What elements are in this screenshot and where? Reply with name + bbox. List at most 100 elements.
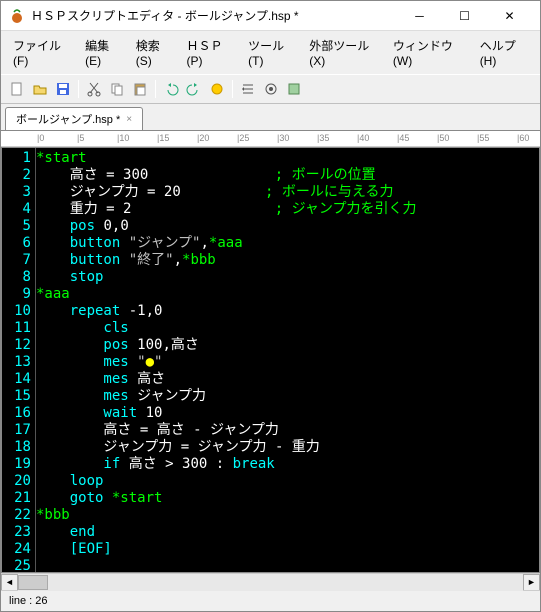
code-line[interactable]: mes 高さ [36, 371, 539, 388]
tool2-icon[interactable] [261, 79, 281, 99]
line-number: 19 [6, 456, 31, 472]
tool3-icon[interactable] [284, 79, 304, 99]
code-line[interactable]: mes ジャンプ力 [36, 388, 539, 405]
ruler-mark: |45 [397, 133, 409, 143]
code-line[interactable]: button "ジャンプ",*aaa [36, 235, 539, 252]
line-number: 1 [6, 150, 31, 166]
open-file-icon[interactable] [30, 79, 50, 99]
token: cls [36, 320, 129, 336]
run-icon[interactable] [207, 79, 227, 99]
code-line[interactable]: *start [36, 150, 539, 167]
token: "終了" [129, 252, 174, 268]
scroll-right-button[interactable]: ► [523, 574, 540, 591]
toolbar-separator [78, 80, 79, 98]
menu-tools[interactable]: ツール(T) [242, 35, 301, 70]
menu-search[interactable]: 検索(S) [130, 35, 179, 70]
token: 高さ [137, 371, 165, 387]
code-line[interactable]: goto *start [36, 490, 539, 507]
scroll-thumb[interactable] [18, 575, 48, 590]
code-line[interactable]: 高さ = 高さ - ジャンプ力 [36, 422, 539, 439]
minimize-button[interactable]: ─ [397, 2, 442, 30]
menu-help[interactable]: ヘルプ(H) [474, 35, 534, 70]
token: loop [36, 473, 103, 489]
code-area[interactable]: *start 高さ = 300 ; ボールの位置 ジャンプ力 = 20 ; ボー… [36, 148, 539, 572]
token: ジャンプ力 [202, 422, 279, 438]
tab-file[interactable]: ボールジャンプ.hsp * × [5, 107, 143, 130]
menu-edit[interactable]: 編集(E) [79, 35, 128, 70]
line-number: 17 [6, 422, 31, 438]
code-line[interactable]: 重力 = 2 ; ジャンプ力を引く力 [36, 201, 539, 218]
close-button[interactable]: ✕ [487, 2, 532, 30]
scroll-track[interactable] [18, 574, 523, 591]
token: ジャンプ力 [137, 388, 206, 404]
code-line[interactable]: ジャンプ力 = 20 ; ボールに与える力 [36, 184, 539, 201]
indent-icon[interactable] [238, 79, 258, 99]
menu-ext[interactable]: 外部ツール(X) [303, 35, 385, 70]
code-line[interactable]: end [36, 524, 539, 541]
line-number: 2 [6, 167, 31, 183]
code-line[interactable]: 高さ = 300 ; ボールの位置 [36, 167, 539, 184]
token [181, 184, 265, 200]
token: break [233, 456, 275, 472]
scroll-left-button[interactable]: ◄ [1, 574, 18, 591]
titlebar: ＨＳＰスクリプトエディタ - ボールジャンプ.hsp * ─ ☐ ✕ [1, 1, 540, 31]
line-number: 9 [6, 286, 31, 302]
ruler-mark: |35 [317, 133, 329, 143]
token: " [154, 354, 162, 370]
tab-close-icon[interactable]: × [126, 114, 132, 125]
new-file-icon[interactable] [7, 79, 27, 99]
token: pos [36, 218, 103, 234]
token: : [216, 456, 233, 472]
ruler: |0|5|10|15|20|25|30|35|40|45|50|55|60 [1, 131, 540, 147]
menubar: ファイル(F) 編集(E) 検索(S) ＨＳＰ(P) ツール(T) 外部ツール(… [1, 31, 540, 74]
token: > 300 [165, 456, 216, 472]
editor[interactable]: 1 2 3 4 5 6 7 8 9 10 11 12 13 14 15 16 1… [1, 147, 540, 573]
token [148, 167, 274, 183]
code-line[interactable]: pos 100,高さ [36, 337, 539, 354]
token: " [137, 354, 145, 370]
code-line[interactable]: mes "●" [36, 354, 539, 371]
paste-icon[interactable] [130, 79, 150, 99]
maximize-button[interactable]: ☐ [442, 2, 487, 30]
ruler-mark: |55 [477, 133, 489, 143]
tabbar: ボールジャンプ.hsp * × [1, 104, 540, 131]
code-line[interactable]: if 高さ > 300 : break [36, 456, 539, 473]
line-number: 5 [6, 218, 31, 234]
undo-icon[interactable] [161, 79, 181, 99]
token: ジャンプ力 [36, 184, 147, 200]
save-file-icon[interactable] [53, 79, 73, 99]
code-line[interactable]: *aaa [36, 286, 539, 303]
code-line[interactable]: pos 0,0 [36, 218, 539, 235]
code-line[interactable]: loop [36, 473, 539, 490]
token: ; ボールに与える力 [265, 184, 393, 200]
menu-file[interactable]: ファイル(F) [7, 35, 77, 70]
line-number: 12 [6, 337, 31, 353]
token: 0 [103, 218, 111, 234]
token: ジャンプ力 [189, 439, 275, 455]
horizontal-scrollbar[interactable]: ◄ ► [1, 573, 540, 590]
line-number: 4 [6, 201, 31, 217]
cut-icon[interactable] [84, 79, 104, 99]
token: if [36, 456, 129, 472]
line-number: 3 [6, 184, 31, 200]
code-line[interactable]: wait 10 [36, 405, 539, 422]
code-line[interactable]: cls [36, 320, 539, 337]
token: = 2 [106, 201, 131, 217]
redo-icon[interactable] [184, 79, 204, 99]
token: pos [36, 337, 137, 353]
menu-window[interactable]: ウィンドウ(W) [387, 35, 472, 70]
code-line[interactable]: [EOF] [36, 541, 539, 558]
token: ,高さ [162, 337, 198, 353]
token: = 300 [106, 167, 148, 183]
code-line[interactable]: stop [36, 269, 539, 286]
menu-hsp[interactable]: ＨＳＰ(P) [180, 35, 240, 70]
code-line[interactable]: *bbb [36, 507, 539, 524]
code-line[interactable]: ジャンプ力 = ジャンプ力 - 重力 [36, 439, 539, 456]
token: ジャンプ力 [36, 439, 181, 455]
copy-icon[interactable] [107, 79, 127, 99]
token: 高さ [148, 422, 193, 438]
code-line[interactable]: repeat -1,0 [36, 303, 539, 320]
tab-label: ボールジャンプ.hsp * [16, 111, 120, 127]
code-line[interactable]: button "終了",*bbb [36, 252, 539, 269]
token: [EOF] [36, 541, 112, 557]
